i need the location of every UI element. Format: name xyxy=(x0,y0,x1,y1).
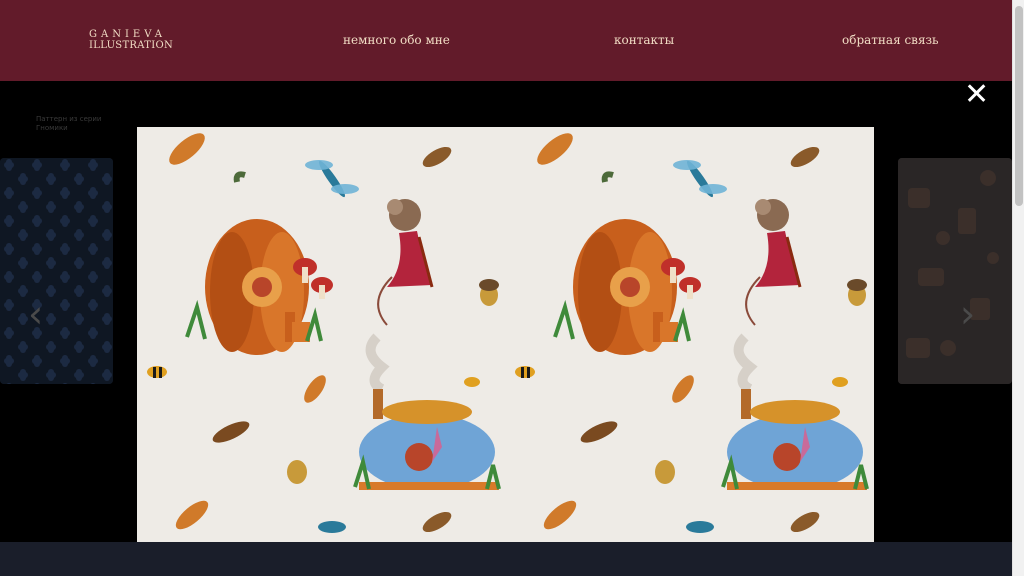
previous-slide-arrow-icon[interactable]: ‹ xyxy=(28,292,43,336)
lightbox-image[interactable] xyxy=(137,127,874,542)
logo-line-2: ILLUSTRATION xyxy=(89,39,174,51)
flower-pattern-thumbnail xyxy=(0,158,113,384)
nav-link-contacts[interactable]: контакты xyxy=(614,33,674,47)
background-slide-next[interactable] xyxy=(898,158,1012,384)
background-caption-line-1: Паттерн из серии xyxy=(36,115,102,123)
close-lightbox-icon[interactable]: ✕ xyxy=(964,80,989,110)
next-slide-arrow-icon[interactable]: › xyxy=(960,292,975,336)
bottom-bar xyxy=(0,542,1012,576)
scrollbar-thumb[interactable] xyxy=(1015,6,1023,206)
logo-line-1: GANIEVA xyxy=(89,29,166,40)
nav-link-about[interactable]: немного обо мне xyxy=(343,33,450,47)
site-header: GANIEVA ILLUSTRATION немного обо мне кон… xyxy=(0,0,1012,81)
site-logo[interactable]: GANIEVA ILLUSTRATION xyxy=(89,29,174,51)
page: GANIEVA ILLUSTRATION немного обо мне кон… xyxy=(0,0,1024,576)
autumn-gnome-pattern-illustration xyxy=(137,127,874,542)
background-caption: Паттерн из серии Гномики xyxy=(36,115,101,133)
nav-link-feedback[interactable]: обратная связь xyxy=(842,33,939,47)
page-scrollbar[interactable] xyxy=(1012,0,1024,576)
kitchen-pattern-thumbnail xyxy=(898,158,1012,384)
background-slide-previous[interactable] xyxy=(0,158,113,384)
background-caption-line-2: Гномики xyxy=(36,124,68,133)
